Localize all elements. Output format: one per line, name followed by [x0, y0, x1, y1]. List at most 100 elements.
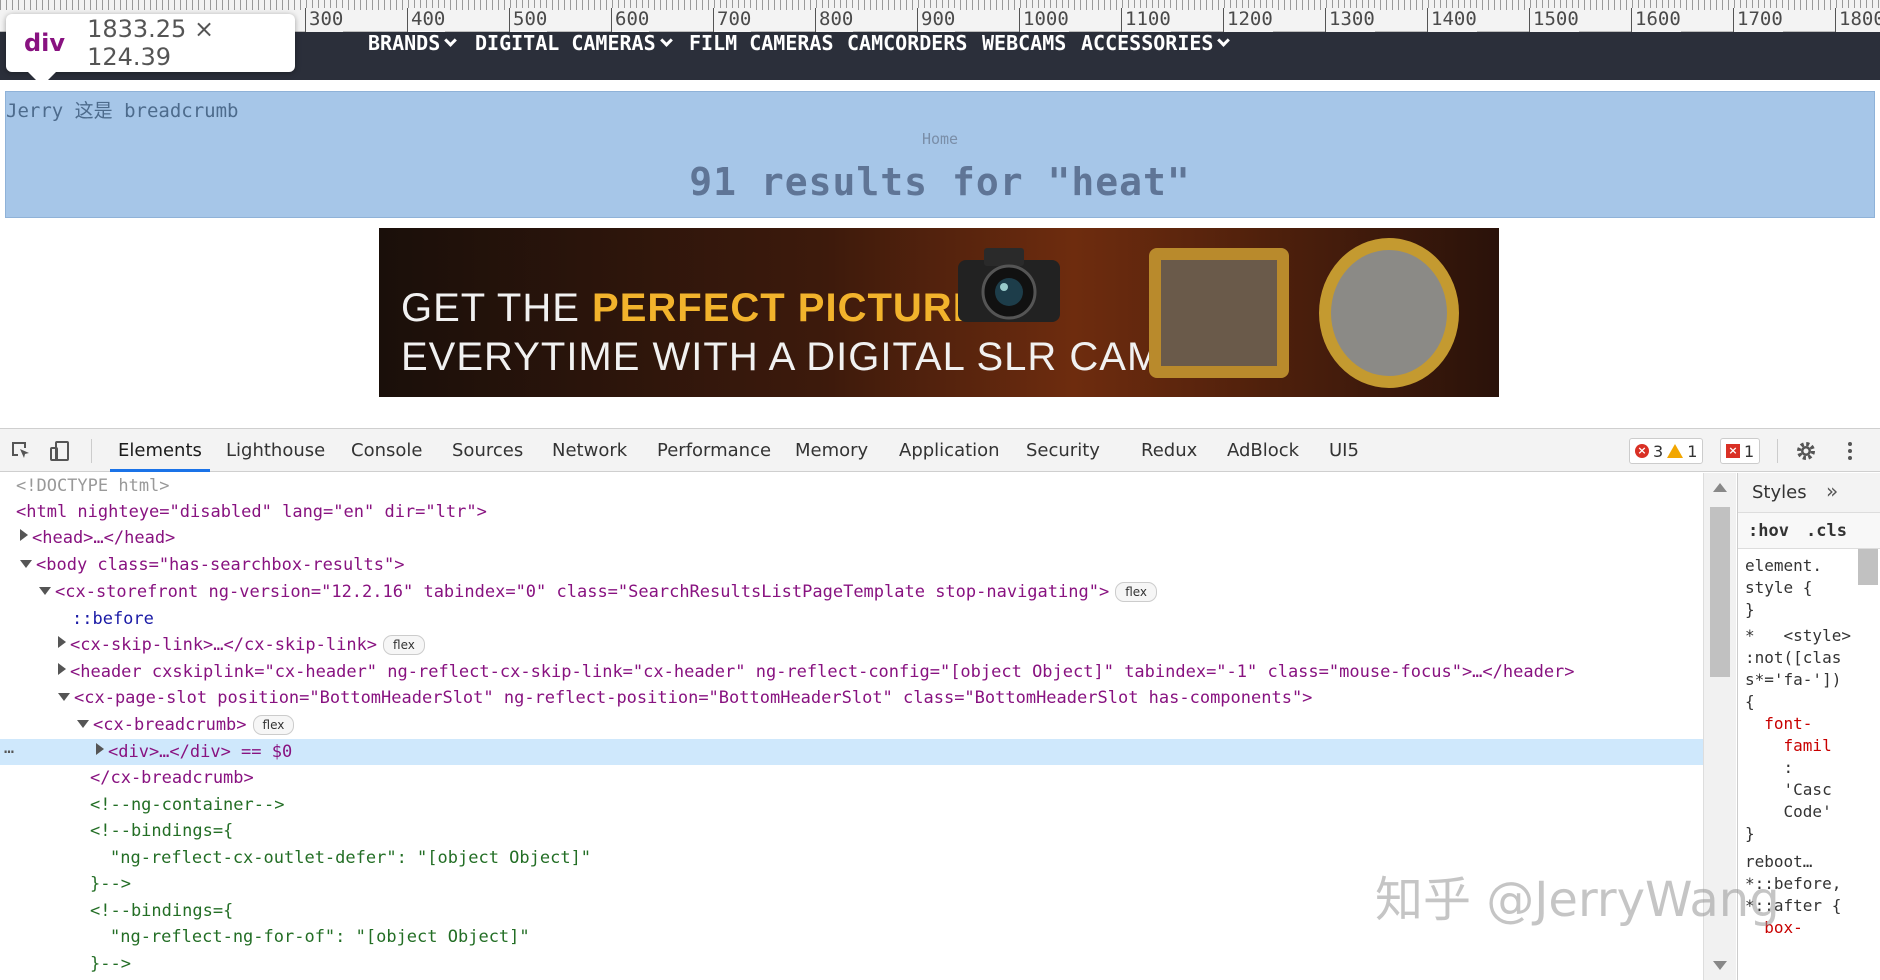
tab-redux[interactable]: Redux [1141, 429, 1197, 472]
dom-node[interactable]: <header cxskiplink="cx-header" ng-reflec… [0, 659, 1703, 685]
dom-node[interactable]: }--> [0, 951, 1703, 977]
tab-lighthouse[interactable]: Lighthouse [226, 429, 325, 472]
tab-network[interactable]: Network [552, 429, 627, 472]
chevron-down-icon [659, 34, 673, 47]
toolbar-divider [91, 439, 92, 463]
dom-node[interactable]: <!--bindings={ [0, 818, 1703, 844]
tab-application[interactable]: Application [899, 429, 1000, 472]
scroll-down-icon[interactable] [1713, 961, 1727, 970]
style-line: 'Casc [1745, 780, 1832, 799]
ellipsis-icon[interactable]: ⋯ [4, 739, 14, 765]
ruler-mark: 600 [611, 8, 650, 32]
nav-brands[interactable]: BRANDS [368, 32, 458, 54]
tab-sources[interactable]: Sources [452, 429, 523, 472]
style-line: famil [1745, 736, 1832, 755]
dom-node[interactable]: ::before [0, 606, 1703, 632]
dom-node[interactable]: <cx-storefront ng-version="12.2.16" tabi… [0, 579, 1703, 605]
style-line: style { [1745, 578, 1813, 597]
breadcrumb-debug-text: Jerry 这是 breadcrumb [6, 100, 239, 122]
hov-toggle[interactable]: :hov [1748, 521, 1789, 541]
tab-performance[interactable]: Performance [657, 429, 771, 472]
more-tabs-icon[interactable]: » [1826, 479, 1838, 503]
ruler-mark: 1500 [1529, 8, 1579, 32]
ruler-mark: 1000 [1019, 8, 1069, 32]
cls-toggle[interactable]: .cls [1806, 521, 1847, 541]
expand-triangle-icon[interactable] [58, 636, 66, 648]
page-title: 91 results for "heat" [689, 160, 1191, 204]
nav-accessories[interactable]: ACCESSORIES [1081, 32, 1231, 54]
nav-digital-cameras[interactable]: DIGITAL CAMERAS [475, 32, 673, 54]
tab-adblock[interactable]: AdBlock [1227, 429, 1299, 472]
inspect-element-icon[interactable] [9, 439, 33, 463]
style-line: :not([clas [1745, 648, 1842, 667]
collapse-triangle-icon[interactable] [58, 693, 70, 701]
tab-memory[interactable]: Memory [795, 429, 868, 472]
style-line: } [1745, 600, 1755, 619]
expand-triangle-icon[interactable] [96, 743, 104, 755]
tab-styles[interactable]: Styles [1752, 482, 1807, 503]
tab-elements[interactable]: Elements [110, 429, 210, 472]
issues-icon: × [1726, 444, 1740, 458]
collapse-triangle-icon[interactable] [20, 560, 32, 568]
ruler-mark: 1300 [1325, 8, 1375, 32]
flex-badge[interactable]: flex [1115, 582, 1158, 602]
scrollbar-thumb[interactable] [1710, 507, 1730, 677]
expand-triangle-icon[interactable] [58, 663, 66, 675]
console-counts-badge[interactable]: × 3 1 [1629, 438, 1704, 464]
tooltip-arrow [28, 72, 56, 86]
issues-badge[interactable]: × 1 [1720, 438, 1761, 464]
dom-node[interactable]: <html nighteye="disabled" lang="en" dir=… [0, 499, 1703, 525]
banner-line-2: EVERYTIME WITH A DIGITAL SLR CAMERA [401, 335, 1247, 379]
ruler-mark: 700 [713, 8, 752, 32]
dom-node[interactable]: <cx-page-slot position="BottomHeaderSlot… [0, 685, 1703, 711]
ruler-mark: 800 [815, 8, 854, 32]
toolbar-divider [1777, 439, 1778, 463]
devtools-toolbar: Elements Lighthouse Console Sources Netw… [0, 428, 1880, 472]
styles-filter-bar: :hov .cls [1738, 513, 1880, 549]
dom-node[interactable]: <cx-skip-link>…</cx-skip-link> flex [0, 632, 1703, 658]
watermark: 知乎 @JerryWang [1375, 872, 1780, 928]
gear-icon[interactable] [1794, 439, 1818, 463]
family-photo-frame [1149, 248, 1289, 378]
promo-banner[interactable]: GET THE PERFECT PICTURE EVERYTIME WITH A… [379, 228, 1499, 397]
error-icon: × [1635, 444, 1649, 458]
dom-node[interactable]: <!--ng-container--> [0, 792, 1703, 818]
scroll-up-icon[interactable] [1713, 483, 1727, 492]
styles-scrollbar-thumb[interactable] [1858, 549, 1878, 585]
dom-node[interactable]: <!DOCTYPE html> [0, 473, 1703, 499]
ruler-mark: 1600 [1631, 8, 1681, 32]
tab-security[interactable]: Security [1026, 429, 1100, 472]
ruler-mark: 500 [509, 8, 548, 32]
ruler-mark: 1400 [1427, 8, 1477, 32]
nav-webcams[interactable]: WEBCAMS [982, 32, 1066, 54]
expand-triangle-icon[interactable] [20, 529, 28, 541]
ruler-mark: 400 [407, 8, 446, 32]
camera-icon [958, 248, 1060, 322]
ruler-mark: 1100 [1121, 8, 1171, 32]
breadcrumb-home-link[interactable]: Home [0, 130, 1880, 148]
dom-node[interactable]: <body class="has-searchbox-results"> [0, 552, 1703, 578]
flex-badge[interactable]: flex [383, 635, 425, 655]
more-options-icon[interactable] [1838, 439, 1862, 463]
dom-node[interactable]: <cx-breadcrumb> flex [0, 712, 1703, 738]
tab-console[interactable]: Console [351, 429, 422, 472]
dom-node[interactable]: </cx-breadcrumb> [0, 765, 1703, 791]
nav-camcorders[interactable]: CAMCORDERS [847, 32, 967, 54]
nav-film-cameras[interactable]: FILM CAMERAS [689, 32, 834, 54]
screenshot: 300 400 500 600 700 800 900 1000 1100 12… [0, 0, 1880, 980]
style-line: element. [1745, 556, 1823, 575]
device-toolbar-icon[interactable] [48, 439, 72, 463]
collapse-triangle-icon[interactable] [77, 720, 89, 728]
ruler-mark: 300 [305, 8, 344, 32]
banner-line-1: GET THE PERFECT PICTURE [401, 286, 981, 330]
style-line: font- [1745, 714, 1813, 733]
collapse-triangle-icon[interactable] [39, 587, 51, 595]
flex-badge[interactable]: flex [252, 715, 295, 735]
dom-node[interactable]: <head>…</head> [0, 525, 1703, 551]
tab-ui5[interactable]: UI5 [1329, 429, 1359, 472]
dom-node-selected[interactable]: ⋯ <div>…</div> == $0 [0, 739, 1703, 765]
style-line: Code' [1745, 802, 1832, 821]
styles-header: Styles » [1738, 473, 1880, 513]
ruler-mark: 1700 [1733, 8, 1783, 32]
cat-photo-frame [1319, 238, 1459, 388]
